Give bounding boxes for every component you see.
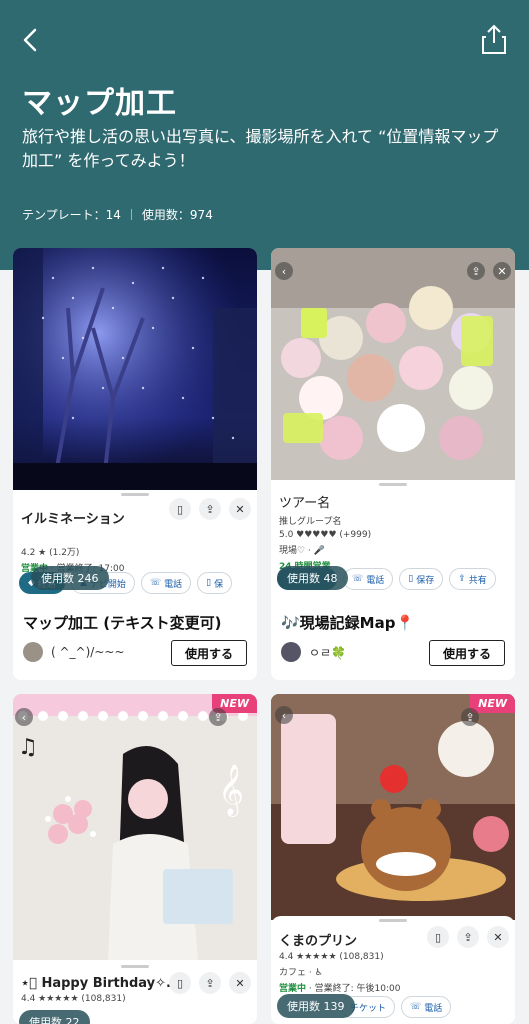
panel-actions: ▯ ⇪ ✕ [169,498,251,520]
chip-phone[interactable]: ☏ 電話 [140,572,192,594]
panel-actions: ▯ ⇪ ✕ [427,926,509,948]
stats-row: テンプレート：14 使用数：974 [22,206,213,223]
pudding-photo [271,694,515,920]
chip-phone[interactable]: ☏ 電話 [401,996,452,1018]
card-title: マップ加工 (テキスト変更可) [23,614,222,632]
panel-actions: ▯ ⇪ ✕ [169,972,251,994]
author-name: ㅇㄹ🍀 [309,645,347,660]
author: ㅇㄹ🍀 [281,642,346,662]
phone-icon: ☏ [410,1002,422,1012]
phone-icon: ☏ [149,578,162,588]
back-arrow-icon[interactable]: ‹ [15,708,33,726]
back-button[interactable] [18,24,46,56]
rating: 5.0 ♥♥♥♥♥ (+999) [279,530,372,540]
drag-handle[interactable] [379,483,407,486]
share-icon[interactable]: ⇪ [199,972,221,994]
svg-text:♫: ♫ [18,735,38,760]
use-button[interactable]: 使用する [429,640,505,666]
drag-handle[interactable] [121,493,149,496]
template-card-live-record[interactable]: ‹ ⇪ ✕ ツアー名 推しグループ名 5.0 ♥♥♥♥♥ (+999) 現場♡ … [271,248,515,680]
divider [130,209,132,220]
bookmark-icon[interactable]: ▯ [427,926,449,948]
bookmark-icon: ▯ [408,574,414,584]
usage-badge: 使用数 48 [277,566,348,590]
share-icon[interactable]: ⇪ [467,262,485,280]
template-count: テンプレート：14 [22,208,121,222]
bookmark-icon[interactable]: ▯ [169,498,191,520]
chip-save[interactable]: ▯ 保 [197,572,233,594]
share-icon: ⇪ [458,574,466,584]
close-icon[interactable]: ✕ [493,262,511,280]
usage-badge: 使用数 246 [31,566,109,590]
open-status: 営業中 [279,984,307,994]
place-line: 現場♡ · 🎤 [279,546,325,556]
use-button[interactable]: 使用する [171,640,247,666]
bookmark-icon[interactable]: ▯ [169,972,191,994]
rating: 4.4 ★★★★★ (108,831) [21,994,126,1004]
illumination-photo [13,248,257,490]
page-description: 旅行や推し活の思い出写真に、撮影場所を入れて “位置情報マップ加工” を作ってみ… [22,127,499,170]
chip-phone[interactable]: ☏ 電話 [343,568,394,590]
drag-handle[interactable] [379,919,407,922]
rating: 4.4 ★★★★★ (108,831) [279,952,384,962]
share-icon [482,24,506,54]
group-name: 推しグループ名 [279,517,342,527]
avatar [23,642,43,662]
svg-text:𝄞: 𝄞 [218,764,244,817]
close-icon[interactable]: ✕ [487,926,509,948]
hours: 営業中 · 営業終了: 午後10:00 [279,981,507,994]
share-icon[interactable]: ⇪ [457,926,479,948]
template-card-birthday[interactable]: 𝄞 ♫ NEW ‹ ⇪ ⋆͛ Happy Birthday✧.* ▯ ⇪ ✕ 4… [13,694,257,1024]
share-button[interactable] [481,22,507,56]
back-arrow-icon[interactable]: ‹ [275,706,293,724]
usage-badge: 使用数 22 [19,1010,90,1024]
close-icon[interactable]: ✕ [229,498,251,520]
share-icon[interactable]: ⇪ [461,708,479,726]
chip-save[interactable]: ▯ 保存 [399,568,444,590]
template-card-pudding[interactable]: NEW ‹ ⇪ くまのプリン ▯ ⇪ ✕ 4.4 ★★★★★ (108,831)… [271,694,515,1024]
closing-time: · 営業終了: 午後10:00 [306,984,401,994]
back-arrow-icon[interactable]: ‹ [275,262,293,280]
author-name: ( ^_^)/~~~ [51,645,125,659]
bookmark-icon: ▯ [206,578,212,588]
category: カフェ · ♿ [279,968,323,978]
author: ( ^_^)/~~~ [23,642,125,662]
usage-count: 使用数：974 [141,208,213,222]
template-card-illumination[interactable]: イルミネーション ▯ ⇪ ✕ 4.2 ★ (1.2万) 営業中 · 営業終了: … [13,248,257,680]
card-title: 🎶現場記録Map📍 [281,614,415,632]
merch-photo [271,248,515,480]
phone-icon: ☏ [352,574,364,584]
chip-share[interactable]: ⇪ 共有 [449,568,496,590]
action-chips: チケット ☏ 電話 [341,996,452,1018]
new-badge: NEW [470,694,515,713]
tour-name: ツアー名 [279,496,331,511]
rating: 4.2 ★ (1.2万) [21,548,80,558]
share-icon[interactable]: ⇪ [209,708,227,726]
avatar [281,642,301,662]
drag-handle[interactable] [121,965,149,968]
page-header: マップ加工 旅行や推し活の思い出写真に、撮影場所を入れて “位置情報マップ加工”… [0,0,529,270]
page-title: マップ加工 [22,86,177,121]
close-icon[interactable]: ✕ [229,972,251,994]
birthday-photo: 𝄞 ♫ [13,694,257,960]
usage-badge: 使用数 139 [277,994,355,1018]
share-icon[interactable]: ⇪ [199,498,221,520]
back-arrow-icon [23,28,37,52]
